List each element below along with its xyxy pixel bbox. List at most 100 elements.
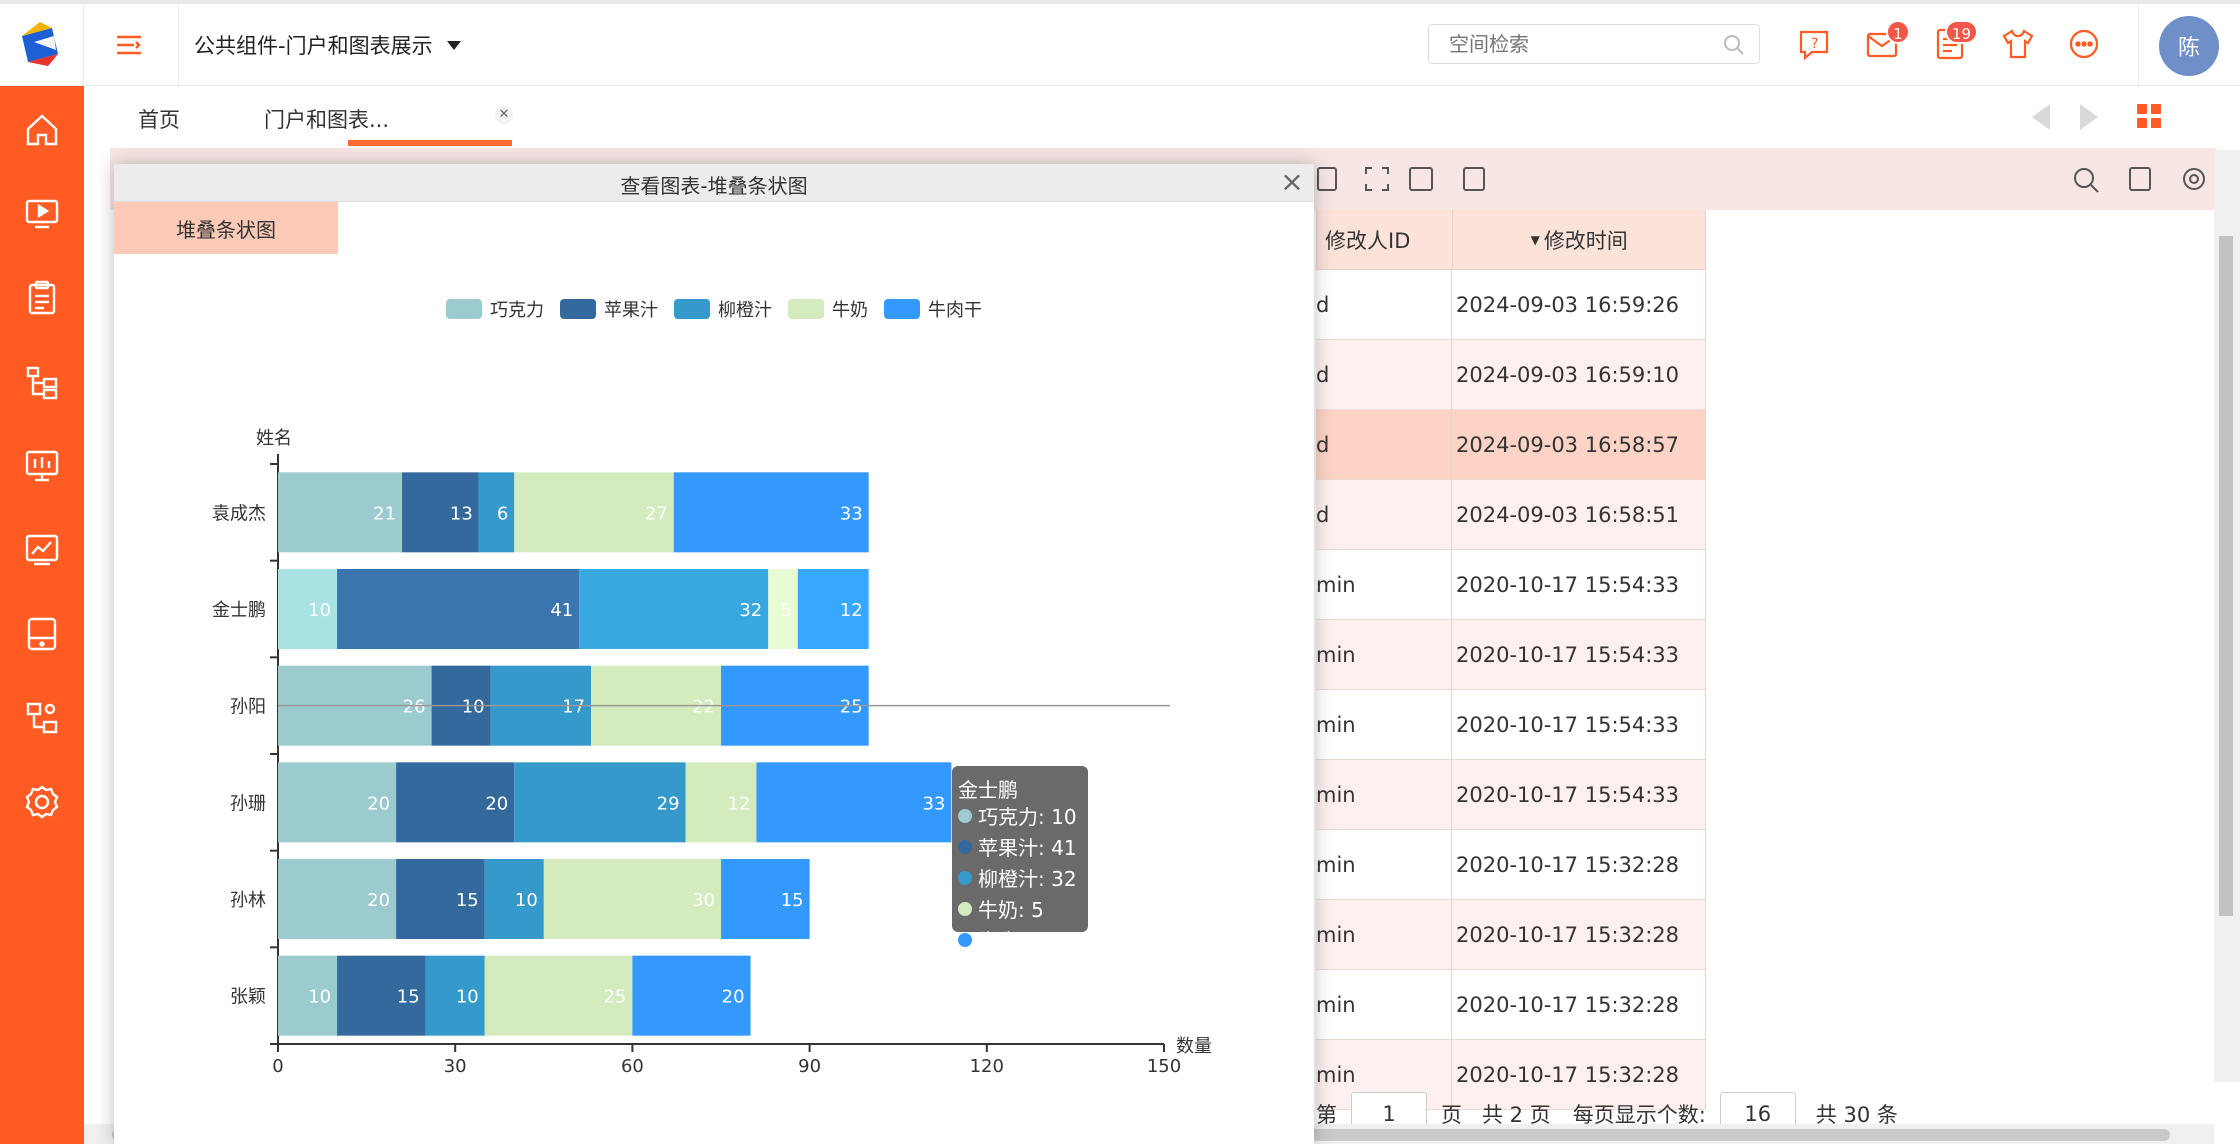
search-input[interactable] <box>1429 25 1699 63</box>
cell-modified-time: 2024-09-03 16:59:26 <box>1452 270 1706 339</box>
data-label: 17 <box>562 697 585 718</box>
tooltip-value: 巧克力: 10 <box>978 805 1077 829</box>
table-row[interactable]: min 2020-10-17 15:32:28 <box>1316 830 1706 900</box>
data-label: 15 <box>781 890 804 911</box>
table-row[interactable]: d 2024-09-03 16:58:57 <box>1316 410 1706 480</box>
cell-modified-time: 2020-10-17 15:54:33 <box>1452 620 1706 689</box>
tooltip-dot <box>958 870 972 885</box>
app-root: 公共组件-门户和图表展示 ? 1 19 陈 <box>0 0 2240 1144</box>
tooltip-dot <box>958 901 972 916</box>
x-tick-label: 90 <box>798 1056 821 1077</box>
data-label: 10 <box>308 987 331 1008</box>
help-icon[interactable]: ? <box>1796 26 1832 62</box>
tooltip-value: 牛肉干: 12 <box>978 929 1077 953</box>
cell-modified-time: 2024-09-03 16:58:57 <box>1452 410 1706 479</box>
tab-prev-arrow-icon[interactable] <box>2032 104 2050 130</box>
theme-shirt-icon[interactable] <box>2000 26 2036 62</box>
tab-portal-charts[interactable]: 门户和图表... <box>264 104 389 134</box>
cell-modifier-id: min <box>1316 620 1452 689</box>
cell-modified-time: 2020-10-17 15:54:33 <box>1452 690 1706 759</box>
x-tick-label: 60 <box>621 1056 644 1077</box>
table-row[interactable]: min 2020-10-17 15:32:28 <box>1316 970 1706 1040</box>
data-label: 26 <box>403 697 426 718</box>
table-row[interactable]: d 2024-09-03 16:59:26 <box>1316 270 1706 340</box>
user-area: 陈 <box>2138 4 2240 86</box>
cell-modifier-id: min <box>1316 900 1452 969</box>
column-header-sortable[interactable]: ▼ 修改时间 <box>1453 210 1706 269</box>
tooltip-row: 苹果汁: 41 <box>958 831 1082 862</box>
avatar[interactable]: 陈 <box>2159 16 2219 76</box>
data-label: 20 <box>367 890 390 911</box>
tab-next-arrow-icon[interactable] <box>2080 104 2098 130</box>
cell-modified-time: 2020-10-17 15:32:28 <box>1452 830 1706 899</box>
tooltip-row: 牛奶: 5 <box>958 893 1082 924</box>
clipboard-icon[interactable] <box>22 278 62 318</box>
data-label: 12 <box>840 600 863 621</box>
more-icon[interactable] <box>2066 26 2102 62</box>
data-label: 12 <box>728 793 751 814</box>
table-row[interactable]: d 2024-09-03 16:59:10 <box>1316 340 1706 410</box>
active-tab-indicator <box>348 140 512 146</box>
data-label: 25 <box>603 987 626 1008</box>
tablet-icon[interactable] <box>22 614 62 654</box>
org-tree-icon[interactable] <box>22 362 62 402</box>
data-label: 33 <box>840 503 863 524</box>
tooltip-value: 柳橙汁: 32 <box>978 867 1077 891</box>
y-tick-label: 金士鹏 <box>212 600 266 621</box>
data-label: 27 <box>645 503 668 524</box>
cell-modifier-id: min <box>1316 550 1452 619</box>
stacked-bar-chart: 0 30 60 90 120 150数量 姓名袁成杰 21 13 6 27 33 金士鹏 10 41 32 5 1… <box>212 428 1212 1077</box>
data-label: 41 <box>550 600 573 621</box>
workflow-icon[interactable] <box>22 698 62 738</box>
tab-close-icon[interactable]: ✕ <box>495 106 513 124</box>
data-label: 21 <box>373 503 396 524</box>
cell-modifier-id: min <box>1316 690 1452 759</box>
data-label: 6 <box>497 503 508 524</box>
data-label: 15 <box>397 987 420 1008</box>
space-search[interactable] <box>1428 24 1760 64</box>
menu-toggle-icon[interactable] <box>114 30 144 60</box>
x-axis-title: 数量 <box>1176 1036 1212 1057</box>
tooltip-row: 牛肉干: 12 <box>958 924 1082 955</box>
column-header[interactable]: 修改人ID <box>1317 210 1453 269</box>
tooltip-value: 苹果汁: 41 <box>978 836 1077 860</box>
home-icon[interactable] <box>22 110 62 150</box>
table-row[interactable]: min 2020-10-17 15:54:33 <box>1316 760 1706 830</box>
y-tick-label: 孙珊 <box>230 793 266 814</box>
data-label: 33 <box>922 793 945 814</box>
sort-desc-icon[interactable]: ▼ <box>1531 233 1540 247</box>
tab-home[interactable]: 首页 <box>138 104 180 134</box>
vertical-scrollbar[interactable] <box>2214 150 2240 1082</box>
chevron-down-icon <box>446 40 461 50</box>
x-tick-label: 30 <box>444 1056 467 1077</box>
monitor-play-icon[interactable] <box>22 194 62 234</box>
app-logo[interactable] <box>0 4 84 86</box>
gear-icon[interactable] <box>22 782 62 822</box>
cell-modified-time: 2024-09-03 16:59:10 <box>1452 340 1706 409</box>
table-row[interactable]: min 2020-10-17 15:32:28 <box>1316 900 1706 970</box>
tooltip-row: 柳橙汁: 32 <box>958 862 1082 893</box>
data-label: 10 <box>308 600 331 621</box>
chart-modal: 查看图表-堆叠条状图 × 堆叠条状图 巧克力 苹果汁 柳橙汁 牛奶 牛肉干 0 30 60 9… <box>114 164 1314 1144</box>
data-label: 10 <box>462 697 485 718</box>
chart-line-icon[interactable] <box>22 530 62 570</box>
y-tick-label: 袁成杰 <box>212 503 266 524</box>
table-row[interactable]: min 2020-10-17 15:54:33 <box>1316 690 1706 760</box>
todo-icon[interactable]: 19 <box>1932 20 1978 62</box>
table-row[interactable]: d 2024-09-03 16:58:51 <box>1316 480 1706 550</box>
search-icon[interactable] <box>1723 34 1745 60</box>
x-tick-label: 120 <box>970 1056 1004 1077</box>
table-row[interactable]: min 2020-10-17 15:54:33 <box>1316 550 1706 620</box>
mail-icon[interactable]: 1 <box>1864 20 1910 62</box>
y-tick-label: 张颖 <box>230 987 266 1008</box>
space-selector[interactable]: 公共组件-门户和图表展示 <box>178 4 488 86</box>
data-label: 22 <box>692 697 715 718</box>
tooltip-dot <box>958 808 972 823</box>
table-row[interactable]: min 2020-10-17 15:54:33 <box>1316 620 1706 690</box>
data-label: 20 <box>485 793 508 814</box>
todo-badge: 19 <box>1944 20 1978 44</box>
svg-text:?: ? <box>1811 36 1818 52</box>
grid-menu-icon[interactable] <box>2137 104 2161 128</box>
cell-modifier-id: d <box>1316 410 1452 479</box>
dashboard-icon[interactable] <box>22 446 62 486</box>
